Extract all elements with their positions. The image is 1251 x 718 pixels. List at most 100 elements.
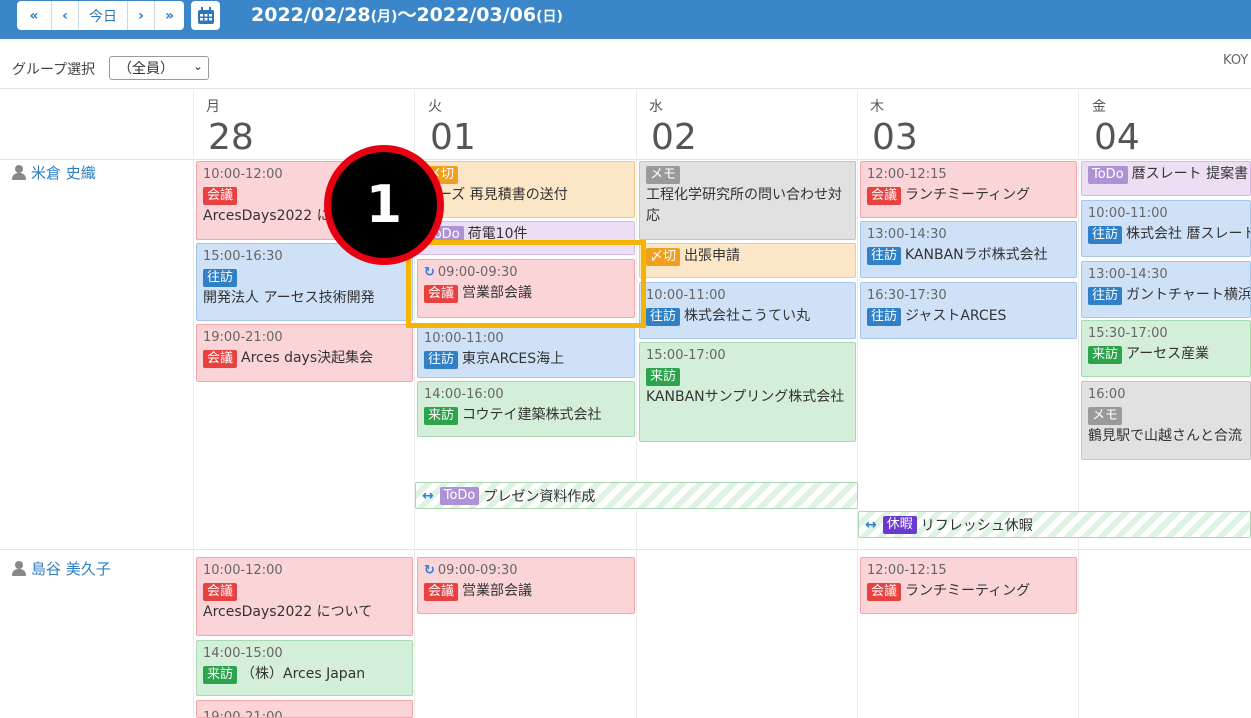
day-name: 水: [649, 99, 663, 115]
event-time: 13:00-14:30: [1088, 267, 1168, 282]
first-week-button[interactable]: «: [17, 1, 52, 30]
event-tag: 往訪: [424, 351, 459, 369]
event-card[interactable]: 15:00-17:00 来訪 KANBANサンプリング株式会社: [639, 342, 856, 442]
user-code: KOY: [1223, 53, 1249, 68]
calendar-picker-button[interactable]: [191, 1, 220, 30]
event-title: フーズ 再見積書の送付: [424, 187, 568, 203]
event-tag: 来訪: [1088, 346, 1123, 364]
event-card[interactable]: 19:00-21:00: [196, 700, 413, 718]
day-number: 03: [872, 117, 918, 158]
event-tag: 往訪: [867, 308, 902, 326]
day-header-tue[interactable]: 火 01: [428, 96, 476, 156]
event-title: ガントチャート横浜: [1126, 287, 1251, 303]
step-callout: 1: [324, 145, 444, 265]
group-select-label: グループ選択: [12, 62, 96, 78]
event-time: 16:00: [1088, 387, 1126, 402]
event-tag: 〆切: [646, 248, 681, 266]
event-title: コウテイ建築株式会社: [462, 407, 602, 423]
event-tag: 会議: [867, 187, 902, 205]
event-time: 14:00-16:00: [424, 387, 504, 402]
day-header-fri[interactable]: 金 04: [1092, 96, 1140, 156]
event-card[interactable]: 10:00-11:00 往訪 東京ARCES海上: [417, 325, 635, 378]
event-card[interactable]: 12:00-12:15 会議 ランチミーティング: [860, 161, 1077, 218]
date-range-title: 2022/02/28(月)〜2022/03/06(日): [251, 3, 563, 29]
event-card[interactable]: 16:30-17:30 往訪 ジャストARCES: [860, 282, 1077, 339]
event-time: 09:00-09:30: [437, 563, 518, 578]
event-tag: ToDo: [439, 486, 480, 505]
event-time: 12:00-12:15: [867, 563, 947, 578]
event-tag: 会議: [203, 187, 238, 205]
event-card[interactable]: メモ 工程化学研究所の問い合わせ対応: [639, 161, 856, 240]
event-card[interactable]: ↻ 09:00-09:30 会議 営業部会議: [417, 557, 635, 614]
event-title: 工程化学研究所の問い合わせ対応: [646, 187, 842, 224]
event-time: 15:30-17:00: [1088, 326, 1168, 341]
event-title: Arces days決起集会: [241, 350, 374, 366]
event-tag: 休暇: [882, 515, 917, 534]
date-nav-group: « ‹ 今日 › »: [17, 1, 184, 30]
grid-line: [636, 88, 637, 718]
step-number: 1: [331, 152, 437, 258]
event-time: 19:00-21:00: [203, 710, 283, 718]
event-card[interactable]: 13:00-14:30 往訪 KANBANラボ株式会社: [860, 221, 1077, 278]
event-card[interactable]: 〆切 フーズ 再見積書の送付: [417, 161, 635, 218]
event-card[interactable]: 15:30-17:00 来訪 アーセス産業: [1081, 320, 1251, 377]
event-card[interactable]: 13:00-14:30 往訪 ガントチャート横浜: [1081, 261, 1251, 318]
event-tag: 往訪: [646, 308, 681, 326]
today-button[interactable]: 今日: [79, 1, 128, 30]
event-tag: メモ: [646, 166, 681, 184]
group-select[interactable]: （全員） ⌄: [109, 56, 209, 80]
event-title: ジャストARCES: [905, 308, 1007, 324]
event-tag: 往訪: [867, 247, 902, 265]
multiday-event[interactable]: ↔ 休暇 リフレッシュ休暇: [858, 511, 1251, 538]
event-tag: 会議: [203, 350, 238, 368]
event-card[interactable]: 14:00-16:00 来訪 コウテイ建築株式会社: [417, 381, 635, 437]
event-title: KANBANサンプリング株式会社: [646, 389, 845, 405]
next-week-button[interactable]: ›: [128, 1, 155, 30]
event-time: 16:30-17:30: [867, 288, 947, 303]
day-header-mon[interactable]: 月 28: [206, 96, 254, 156]
span-arrow-icon: ↔: [422, 487, 434, 504]
event-title: ランチミーティング: [905, 583, 1031, 599]
multiday-event[interactable]: ↔ ToDo プレゼン資料作成: [415, 482, 858, 509]
event-card[interactable]: 10:00-11:00 往訪 株式会社 暦スレート: [1081, 200, 1251, 257]
event-card[interactable]: 14:00-15:00 来訪 （株）Arces Japan: [196, 640, 413, 696]
calendar-icon: [197, 6, 214, 24]
day-number: 01: [430, 117, 476, 158]
day-name: 月: [206, 99, 220, 115]
event-title: （株）Arces Japan: [241, 666, 366, 682]
event-time: 15:00-17:00: [646, 348, 726, 363]
user-name-1[interactable]: 米倉 史織: [12, 162, 96, 183]
event-tag: 往訪: [1088, 226, 1123, 244]
event-card[interactable]: 12:00-12:15 会議 ランチミーティング: [860, 557, 1077, 614]
user-name-text: 島谷 美久子: [31, 560, 111, 578]
event-card[interactable]: 〆切 出張申請: [639, 243, 856, 278]
grid-line: [0, 549, 1251, 550]
day-name: 金: [1092, 99, 1106, 115]
event-card[interactable]: 16:00 メモ 鶴見駅で山越さんと合流: [1081, 381, 1251, 460]
event-title: 東京ARCES海上: [462, 351, 565, 367]
event-card[interactable]: 19:00-21:00 会議 Arces days決起集会: [196, 324, 413, 382]
event-card[interactable]: 10:00-11:00 往訪 株式会社こうてい丸: [639, 282, 856, 339]
event-tag: 来訪: [424, 407, 459, 425]
event-time: 10:00-12:00: [203, 563, 283, 578]
event-title: リフレッシュ休暇: [920, 517, 1033, 534]
last-week-button[interactable]: »: [155, 1, 184, 30]
event-title: ランチミーティング: [905, 187, 1031, 203]
top-toolbar: « ‹ 今日 › » 2022/02/28(月)〜2022/03/06(日): [0, 0, 1251, 39]
event-title: 株式会社 暦スレート: [1126, 226, 1251, 242]
event-title: ArcesDays2022 について: [203, 604, 373, 620]
prev-week-button[interactable]: ‹: [52, 1, 79, 30]
event-title: 株式会社こうてい丸: [684, 308, 811, 324]
user-name-2[interactable]: 島谷 美久子: [12, 558, 111, 579]
event-tag: 来訪: [646, 368, 681, 386]
event-card[interactable]: 10:00-12:00 会議 ArcesDays2022 について: [196, 557, 413, 636]
event-title: 出張申請: [684, 248, 741, 264]
user-name-text: 米倉 史織: [31, 164, 96, 182]
event-card[interactable]: ToDo 暦スレート 提案書: [1081, 161, 1251, 196]
day-header-wed[interactable]: 水 02: [649, 96, 697, 156]
range-start-dow: (月): [370, 9, 398, 25]
event-tag: ToDo: [1088, 166, 1128, 184]
user-icon: [12, 561, 26, 576]
day-header-thu[interactable]: 木 03: [870, 96, 918, 156]
event-tag: 会議: [424, 583, 459, 601]
